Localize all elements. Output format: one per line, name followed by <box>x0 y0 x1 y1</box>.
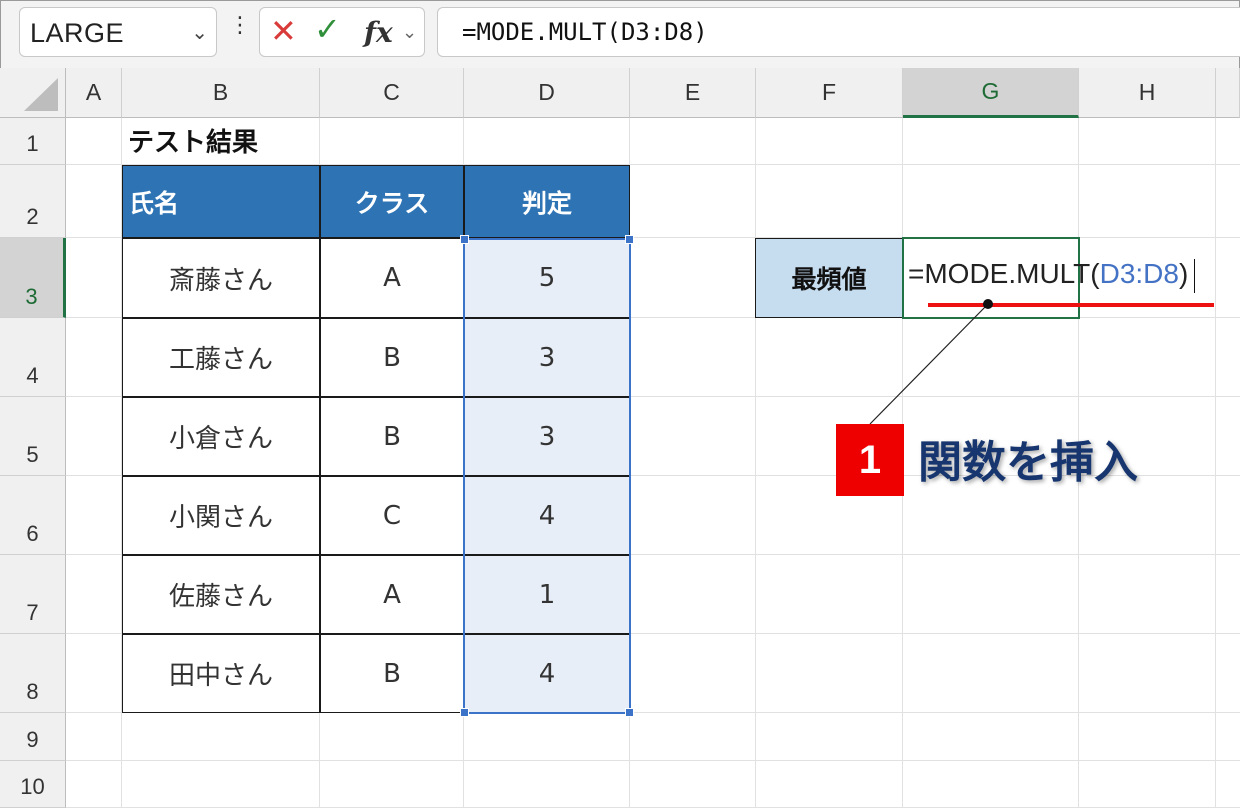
callout-line <box>869 299 993 425</box>
step-badge: 1 <box>836 424 904 496</box>
callout-text: 関数を挿入 <box>918 437 1138 488</box>
